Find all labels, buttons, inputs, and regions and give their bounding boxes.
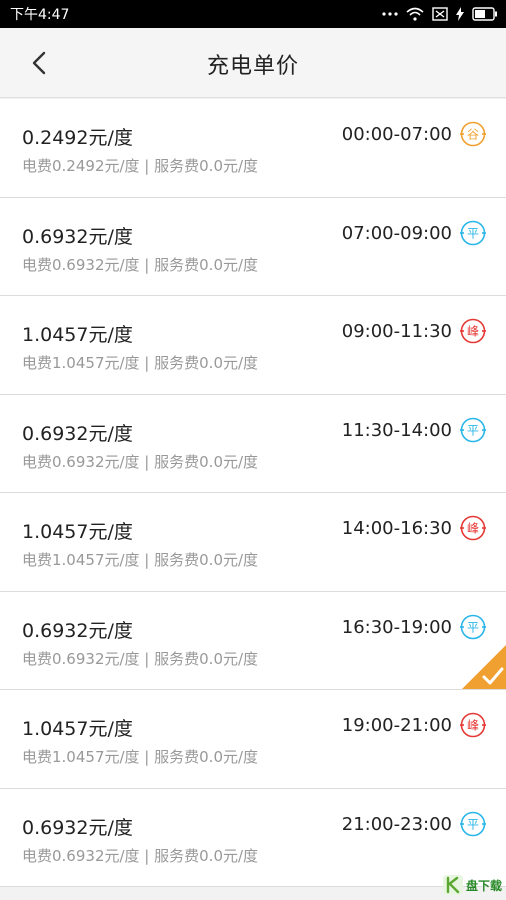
row-detail: 电费0.6932元/度 | 服务费0.0元/度	[22, 846, 259, 865]
battery-icon	[472, 7, 498, 21]
row-price: 0.6932元/度	[22, 422, 133, 445]
row-detail: 电费0.2492元/度 | 服务费0.0元/度	[22, 157, 259, 175]
watermark: 盘下载	[442, 872, 502, 898]
row-period: 09:00-11:30	[341, 321, 452, 342]
tariff-badge-label: 峰	[467, 325, 479, 339]
tariff-badge-icon: 平	[460, 220, 486, 246]
selected-check-icon	[462, 645, 506, 689]
status-icons	[382, 7, 498, 21]
watermark-text: 盘下载	[465, 878, 502, 893]
price-row[interactable]: 1.0457元/度电费1.0457元/度 | 服务费0.0元/度 14:00-16…	[0, 493, 506, 592]
row-price: 0.2492元/度	[22, 127, 133, 149]
status-time: 下午4:47	[10, 7, 70, 23]
page-title: 充电单价	[206, 54, 299, 79]
tariff-badge-icon: 峰	[460, 712, 486, 738]
tariff-badge-label: 平	[467, 817, 479, 831]
price-row[interactable]: 1.0457元/度电费1.0457元/度 | 服务费0.0元/度 09:00-11…	[0, 296, 506, 395]
row-price: 0.6932元/度	[22, 619, 133, 642]
watermark-logo-icon	[442, 875, 463, 895]
price-row[interactable]: 0.6932元/度电费0.6932元/度 | 服务费0.0元/度 16:30-19…	[0, 591, 506, 690]
tariff-badge-label: 峰	[467, 719, 479, 733]
tariff-badge-label: 谷	[467, 128, 479, 142]
price-list: 0.2492元/度电费0.2492元/度 | 服务费0.0元/度 00:00-07…	[0, 99, 506, 887]
row-detail: 电费1.0457元/度 | 服务费0.0元/度	[22, 551, 259, 569]
more-dots-icon	[382, 11, 398, 17]
row-period: 21:00-23:00	[341, 813, 452, 835]
tariff-badge-icon: 峰	[460, 515, 486, 541]
row-detail: 电费0.6932元/度 | 服务费0.0元/度	[22, 452, 259, 471]
sim-off-icon	[432, 7, 448, 21]
row-period: 07:00-09:00	[341, 222, 452, 244]
row-price: 1.0457元/度	[22, 521, 133, 543]
price-row[interactable]: 0.6932元/度电费0.6932元/度 | 服务费0.0元/度 11:30-14…	[0, 394, 506, 493]
status-bar: 下午4:47	[0, 0, 506, 28]
price-row[interactable]: 0.2492元/度电费0.2492元/度 | 服务费0.0元/度 00:00-07…	[0, 99, 506, 198]
row-detail: 电费1.0457元/度 | 服务费0.0元/度	[22, 354, 259, 372]
row-price: 0.6932元/度	[22, 816, 133, 839]
charging-bolt-icon	[456, 7, 464, 21]
row-price: 1.0457元/度	[22, 324, 133, 346]
tariff-badge-icon: 峰	[460, 318, 486, 344]
row-period: 11:30-14:00	[341, 419, 452, 441]
tariff-badge-label: 平	[467, 423, 479, 437]
header: 充电单价	[0, 28, 506, 98]
tariff-badge-icon: 平	[460, 811, 486, 837]
tariff-badge-label: 平	[467, 226, 479, 240]
row-period: 14:00-16:30	[341, 518, 452, 539]
tariff-badge-label: 峰	[467, 522, 479, 536]
tariff-badge-icon: 谷	[460, 121, 486, 147]
row-period: 00:00-07:00	[341, 124, 452, 145]
row-detail: 电费0.6932元/度 | 服务费0.0元/度	[22, 255, 259, 274]
wifi-icon	[406, 7, 424, 21]
row-detail: 电费1.0457元/度 | 服务费0.0元/度	[22, 748, 259, 766]
tariff-badge-icon: 平	[460, 417, 486, 443]
row-period: 19:00-21:00	[341, 715, 452, 736]
row-price: 0.6932元/度	[22, 225, 133, 248]
row-period: 16:30-19:00	[341, 616, 452, 638]
row-price: 1.0457元/度	[22, 718, 133, 740]
row-detail: 电费0.6932元/度 | 服务费0.0元/度	[22, 649, 259, 668]
price-row[interactable]: 1.0457元/度电费1.0457元/度 | 服务费0.0元/度 19:00-21…	[0, 690, 506, 789]
tariff-badge-icon: 平	[460, 614, 486, 640]
price-row[interactable]: 0.6932元/度电费0.6932元/度 | 服务费0.0元/度 07:00-09…	[0, 197, 506, 296]
price-row[interactable]: 0.6932元/度电费0.6932元/度 | 服务费0.0元/度 21:00-23…	[0, 788, 506, 887]
tariff-badge-label: 平	[467, 620, 479, 634]
